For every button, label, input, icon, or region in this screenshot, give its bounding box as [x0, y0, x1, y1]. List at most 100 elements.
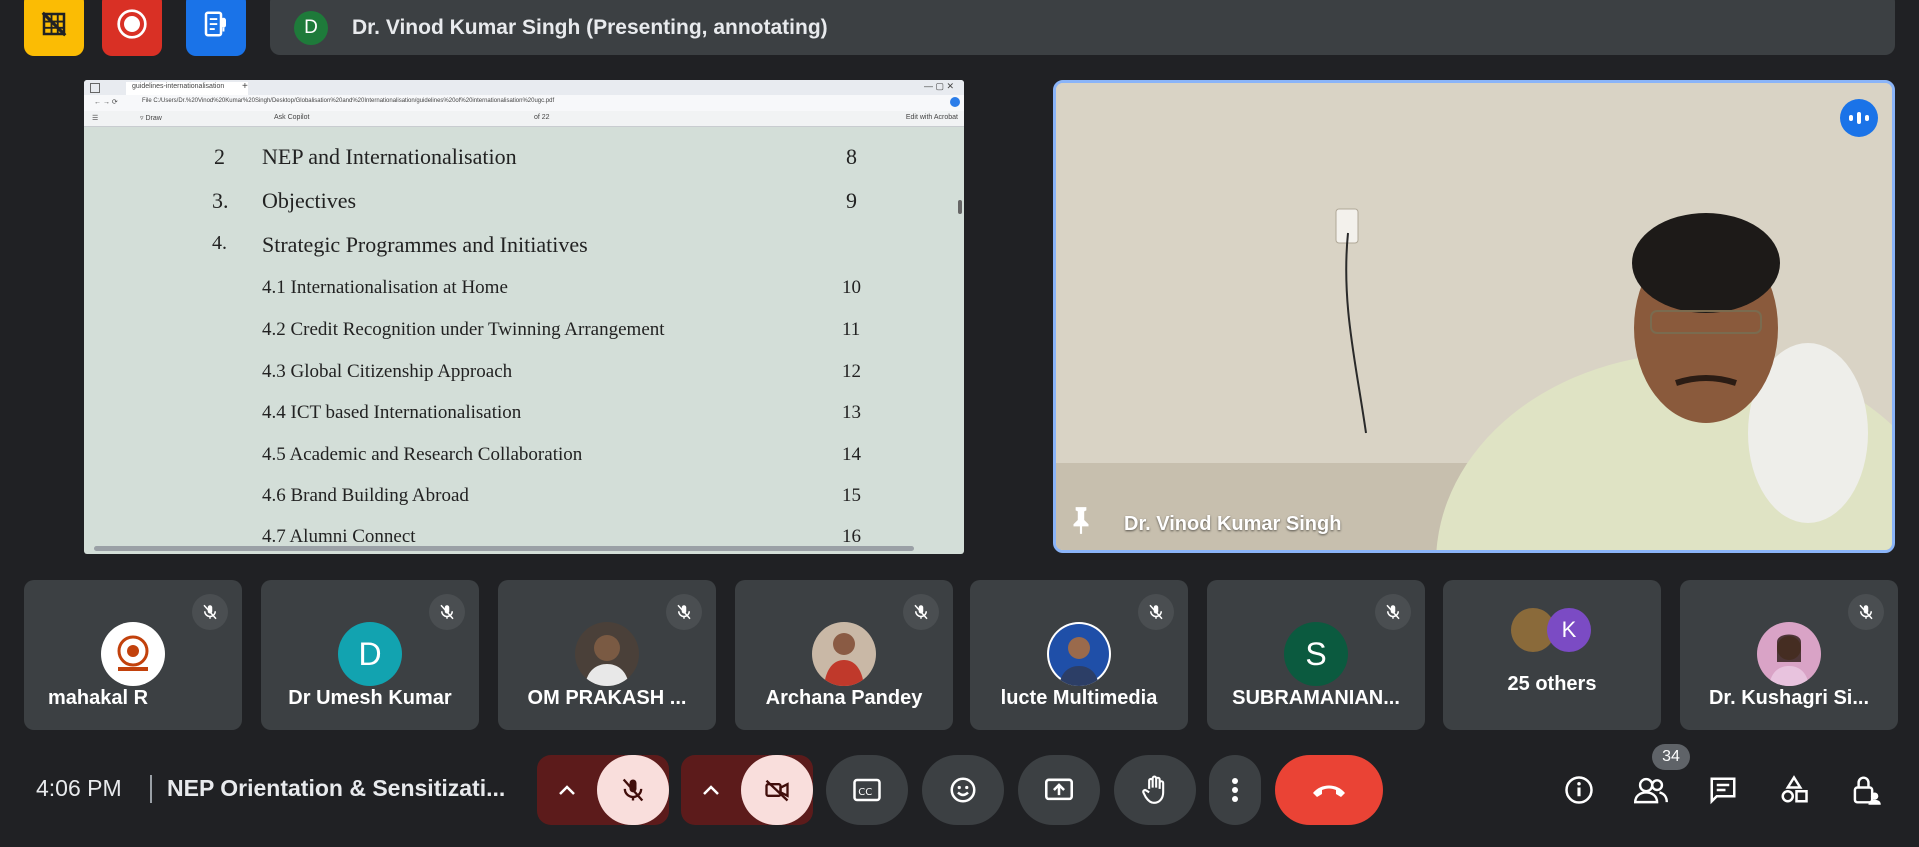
participant-name: Dr Umesh Kumar [288, 687, 452, 709]
hand-icon [1142, 775, 1165, 804]
participant-tile[interactable]: Archana Pandey [735, 580, 953, 730]
clock: 4:06 PM [36, 775, 122, 801]
camera-off-icon [765, 779, 789, 802]
participant-tile[interactable]: mahakal R [24, 580, 242, 730]
more-options-button[interactable] [1209, 755, 1261, 825]
avatar [812, 622, 876, 686]
raise-hand-button[interactable] [1114, 755, 1196, 825]
toc-subsection-page: 13 [842, 402, 861, 423]
meeting-details-button[interactable] [1558, 769, 1600, 811]
avatar [1757, 622, 1821, 686]
close-window-icon[interactable]: — ▢ ✕ [924, 81, 954, 92]
info-icon [1565, 776, 1593, 804]
presenter-avatar: D [294, 10, 328, 45]
pdf-menu-icon[interactable]: ☰ [92, 114, 98, 122]
mic-toggle-button[interactable] [597, 755, 669, 825]
toc-number: 4. [212, 232, 227, 254]
participant-tile[interactable]: S SUBRAMANIAN... [1207, 580, 1425, 730]
others-avatar: K [1547, 608, 1591, 652]
chat-icon [1710, 777, 1736, 805]
more-vertical-icon [1232, 778, 1238, 802]
host-controls-button[interactable] [24, 0, 84, 56]
present-screen-icon [1045, 778, 1073, 801]
draw-tool[interactable]: ▿ Draw [140, 114, 162, 122]
participant-tile[interactable]: OM PRAKASH ... [498, 580, 716, 730]
end-call-icon [1313, 785, 1345, 797]
avatar: D [338, 622, 402, 686]
chevron-up-icon [559, 785, 575, 795]
captions-icon: CC [853, 778, 881, 802]
nav-arrows-icon[interactable]: ← → ⟳ [94, 98, 118, 106]
toc-subsection-page: 15 [842, 485, 861, 506]
leave-call-button[interactable] [1275, 755, 1383, 825]
participant-tile[interactable]: lucte Multimedia [970, 580, 1188, 730]
shapes-icon [1781, 775, 1808, 803]
participant-name: Dr. Kushagri Si... [1708, 687, 1870, 709]
participant-name: OM PRAKASH ... [527, 687, 687, 709]
presenter-video-tile[interactable]: Dr. Vinod Kumar Singh [1053, 80, 1895, 553]
toc-subsection: 4.5 Academic and Research Collaboration [262, 444, 583, 465]
reactions-button[interactable] [922, 755, 1004, 825]
recording-button[interactable] [102, 0, 162, 56]
participant-name: lucte Multimedia [1000, 687, 1158, 709]
participant-name: mahakal R [48, 687, 149, 709]
captions-button[interactable]: CC [826, 755, 908, 825]
emoji-icon [950, 777, 976, 803]
pin-icon[interactable] [1068, 505, 1094, 540]
mic-options-button[interactable] [545, 769, 589, 811]
transcript-icon [204, 11, 226, 37]
muted-mic-icon [666, 594, 702, 630]
edge-profile-icon[interactable] [950, 97, 960, 107]
participant-count-badge: 34 [1652, 744, 1690, 770]
browser-address-bar[interactable]: ← → ⟳ File C:/Users/Dr.%20Vinod%20Kumar%… [84, 95, 964, 112]
horizontal-scrollbar[interactable] [94, 546, 914, 551]
participant-tile[interactable]: D Dr Umesh Kumar [261, 580, 479, 730]
vertical-scrollbar[interactable] [958, 200, 962, 214]
toc-number: 3. [212, 188, 229, 213]
presenter-banner-text: Dr. Vinod Kumar Singh (Presenting, annot… [352, 15, 828, 39]
people-button[interactable] [1630, 769, 1672, 811]
toc-subsection: 4.4 ICT based Internationalisation [262, 402, 522, 423]
browser-tab-strip: guidelines-internationalisation + — ▢ ✕ [84, 80, 964, 95]
others-count: 25 others [1507, 673, 1597, 695]
muted-mic-icon [1138, 594, 1174, 630]
toc-subsection-page: 16 [842, 526, 861, 547]
others-tile[interactable]: K 25 others [1443, 580, 1661, 730]
pdf-toolbar: ☰ ▿ Draw Ask Copilot of 22 Edit with Acr… [84, 111, 964, 127]
meeting-title: NEP Orientation & Sensitizati... [167, 775, 506, 801]
camera-toggle-button[interactable] [741, 755, 813, 825]
toc-title: NEP and Internationalisation [262, 144, 517, 169]
host-controls-lock-button[interactable] [1845, 769, 1887, 811]
activities-button[interactable] [1773, 769, 1815, 811]
browser-tab-title: guidelines-internationalisation [132, 83, 225, 90]
muted-mic-icon [1375, 594, 1411, 630]
speaking-indicator-icon [1840, 99, 1878, 137]
avatar-initial: D [358, 635, 382, 672]
browser-tab[interactable]: guidelines-internationalisation [126, 82, 248, 95]
ask-copilot-button[interactable]: Ask Copilot [274, 114, 309, 121]
toc-subsection: 4.2 Credit Recognition under Twinning Ar… [262, 319, 665, 340]
toc-subsection: 4.6 Brand Building Abroad [262, 485, 469, 506]
camera-options-button[interactable] [689, 769, 733, 811]
muted-mic-icon [429, 594, 465, 630]
edit-acrobat-label: Edit with Acrobat [905, 114, 958, 121]
participant-tile[interactable]: Dr. Kushagri Si... [1680, 580, 1898, 730]
avatar [575, 622, 639, 686]
toc-subsection-page: 11 [842, 319, 861, 340]
address-url: File C:/Users/Dr.%20Vinod%20Kumar%20Sing… [142, 98, 555, 104]
toc-subsection: 4.3 Global Citizenship Approach [262, 361, 513, 382]
avatar-initial: S [1305, 635, 1327, 672]
present-screen-button[interactable] [1018, 755, 1100, 825]
new-tab-icon[interactable]: + [242, 81, 248, 92]
transcript-button[interactable] [186, 0, 246, 56]
page-counter-label: of 22 [534, 114, 550, 121]
presenter-video-image [1056, 83, 1892, 550]
window-icon [90, 83, 100, 93]
ask-copilot-label: Ask Copilot [274, 114, 310, 121]
toc-subsection-page: 12 [842, 361, 861, 382]
edit-acrobat-button[interactable]: Edit with Acrobat [906, 114, 958, 121]
shared-screen[interactable]: guidelines-internationalisation + — ▢ ✕ … [84, 80, 964, 554]
chat-button[interactable] [1702, 769, 1744, 811]
page-counter[interactable]: of 22 [534, 114, 550, 121]
toc-title: Objectives [262, 188, 357, 213]
